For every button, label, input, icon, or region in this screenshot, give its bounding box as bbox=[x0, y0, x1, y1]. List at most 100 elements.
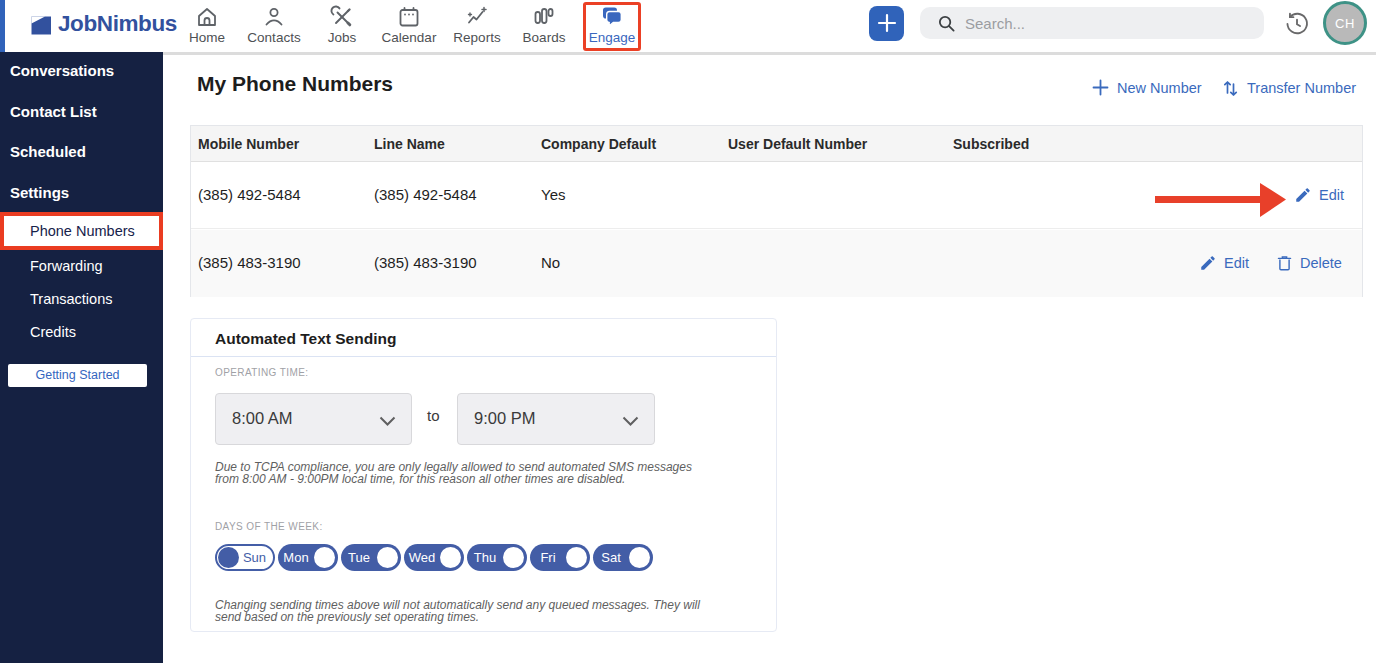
to-label: to bbox=[427, 407, 440, 424]
toggle-knob bbox=[377, 547, 398, 568]
col-header-mobile-number: Mobile Number bbox=[198, 136, 299, 152]
nav-label-contacts: Contacts bbox=[239, 30, 309, 45]
cell-line-name: (385) 492-5484 bbox=[374, 186, 477, 203]
nav-label-reports: Reports bbox=[442, 30, 512, 45]
sidebar-item-phone-numbers[interactable]: Phone Numbers bbox=[30, 223, 135, 239]
history-icon bbox=[1284, 11, 1310, 37]
nav-item-reports[interactable]: Reports bbox=[442, 5, 512, 47]
jobnimbus-logo-icon bbox=[28, 11, 54, 37]
delete-button[interactable]: Delete bbox=[1276, 254, 1342, 272]
toggle-knob bbox=[218, 547, 239, 568]
transfer-number-button[interactable]: Transfer Number bbox=[1222, 79, 1356, 96]
table-row: (385) 483-3190 (385) 483-3190 No Edit De… bbox=[191, 230, 1362, 297]
jobs-icon bbox=[330, 5, 354, 29]
jobnimbus-logo[interactable]: JobNimbus bbox=[28, 11, 177, 37]
automated-text-sending-card: Automated Text Sending OPERATING TIME: 8… bbox=[190, 318, 777, 632]
plus-icon bbox=[1092, 79, 1109, 96]
cell-company-default: Yes bbox=[541, 186, 565, 203]
cell-mobile-number: (385) 492-5484 bbox=[198, 186, 301, 203]
day-label: Mon bbox=[279, 550, 313, 565]
sidebar: Conversations Contact List Scheduled Set… bbox=[0, 52, 163, 663]
red-arrow-annotation bbox=[1153, 181, 1289, 219]
nav-item-boards[interactable]: Boards bbox=[509, 5, 579, 47]
history-button[interactable] bbox=[1284, 11, 1310, 37]
plus-icon bbox=[875, 11, 899, 35]
sidebar-item-credits[interactable]: Credits bbox=[30, 324, 76, 340]
new-number-label: New Number bbox=[1117, 80, 1202, 96]
toggle-knob bbox=[629, 547, 650, 568]
sidebar-item-forwarding[interactable]: Forwarding bbox=[30, 258, 103, 274]
day-toggle-thu[interactable]: Thu bbox=[467, 544, 527, 571]
edit-button[interactable]: Edit bbox=[1199, 254, 1249, 272]
home-icon bbox=[195, 5, 219, 29]
day-label: Wed bbox=[405, 550, 439, 565]
day-label: Fri bbox=[531, 550, 565, 565]
chevron-down-icon bbox=[622, 416, 639, 426]
edit-button[interactable]: Edit bbox=[1294, 186, 1344, 204]
tcpa-compliance-note: Due to TCPA compliance, you are only leg… bbox=[215, 461, 695, 486]
end-time-value: 9:00 PM bbox=[474, 409, 535, 428]
day-label: Sun bbox=[238, 550, 271, 565]
card-divider bbox=[191, 356, 776, 357]
nav-label-home: Home bbox=[172, 30, 242, 45]
add-button[interactable] bbox=[869, 6, 904, 41]
days-of-week-toggles: Sun Mon Tue Wed Thu Fri Sat bbox=[215, 544, 656, 571]
operating-time-label: OPERATING TIME: bbox=[215, 367, 308, 378]
nav-label-calendar: Calendar bbox=[374, 30, 444, 45]
boards-icon bbox=[532, 5, 556, 29]
sidebar-item-conversations[interactable]: Conversations bbox=[10, 62, 114, 79]
sidebar-item-transactions[interactable]: Transactions bbox=[30, 291, 112, 307]
edit-label: Edit bbox=[1319, 187, 1344, 203]
day-toggle-wed[interactable]: Wed bbox=[404, 544, 464, 571]
contacts-icon bbox=[262, 5, 286, 29]
table-header-row: Mobile Number Line Name Company Default … bbox=[191, 126, 1362, 162]
search-placeholder: Search... bbox=[965, 15, 1025, 32]
edit-pencil-icon bbox=[1199, 254, 1217, 272]
toggle-knob bbox=[503, 547, 524, 568]
calendar-icon bbox=[397, 5, 421, 29]
card-title: Automated Text Sending bbox=[215, 330, 396, 348]
cell-mobile-number: (385) 483-3190 bbox=[198, 254, 301, 271]
reports-icon bbox=[465, 5, 489, 29]
nav-label-jobs: Jobs bbox=[307, 30, 377, 45]
delete-label: Delete bbox=[1300, 255, 1342, 271]
day-toggle-fri[interactable]: Fri bbox=[530, 544, 590, 571]
col-header-user-default-number: User Default Number bbox=[728, 136, 867, 152]
cell-line-name: (385) 483-3190 bbox=[374, 254, 477, 271]
nav-item-calendar[interactable]: Calendar bbox=[374, 5, 444, 47]
sidebar-item-phone-numbers-highlight: Phone Numbers bbox=[0, 212, 163, 250]
nav-item-jobs[interactable]: Jobs bbox=[307, 5, 377, 47]
day-toggle-tue[interactable]: Tue bbox=[341, 544, 401, 571]
search-icon bbox=[937, 14, 956, 33]
day-toggle-sun[interactable]: Sun bbox=[215, 544, 275, 571]
start-time-value: 8:00 AM bbox=[232, 409, 293, 428]
new-number-button[interactable]: New Number bbox=[1092, 79, 1202, 96]
delete-trash-icon bbox=[1276, 254, 1293, 272]
day-toggle-sat[interactable]: Sat bbox=[593, 544, 653, 571]
nav-item-contacts[interactable]: Contacts bbox=[239, 5, 309, 47]
top-nav: JobNimbus Home Contacts Jobs bbox=[0, 0, 1376, 55]
col-header-subscribed: Subscribed bbox=[953, 136, 1029, 152]
nav-item-home[interactable]: Home bbox=[172, 5, 242, 47]
chevron-down-icon bbox=[379, 416, 396, 426]
left-accent-strip bbox=[0, 0, 5, 52]
sidebar-item-settings[interactable]: Settings bbox=[10, 184, 69, 201]
end-time-select[interactable]: 9:00 PM bbox=[457, 393, 655, 445]
user-avatar[interactable]: CH bbox=[1323, 1, 1367, 45]
search-input[interactable]: Search... bbox=[920, 7, 1264, 39]
col-header-line-name: Line Name bbox=[374, 136, 445, 152]
edit-label: Edit bbox=[1224, 255, 1249, 271]
edit-pencil-icon bbox=[1294, 186, 1312, 204]
toggle-knob bbox=[440, 547, 461, 568]
day-label: Thu bbox=[468, 550, 502, 565]
col-header-company-default: Company Default bbox=[541, 136, 656, 152]
page-title: My Phone Numbers bbox=[197, 72, 393, 96]
sidebar-item-contact-list[interactable]: Contact List bbox=[10, 103, 97, 120]
sidebar-item-scheduled[interactable]: Scheduled bbox=[10, 143, 86, 160]
getting-started-button[interactable]: Getting Started bbox=[8, 364, 147, 387]
nav-label-boards: Boards bbox=[509, 30, 579, 45]
transfer-arrows-icon bbox=[1222, 79, 1239, 96]
start-time-select[interactable]: 8:00 AM bbox=[215, 393, 412, 445]
day-toggle-mon[interactable]: Mon bbox=[278, 544, 338, 571]
engage-highlight-annotation bbox=[583, 2, 641, 51]
